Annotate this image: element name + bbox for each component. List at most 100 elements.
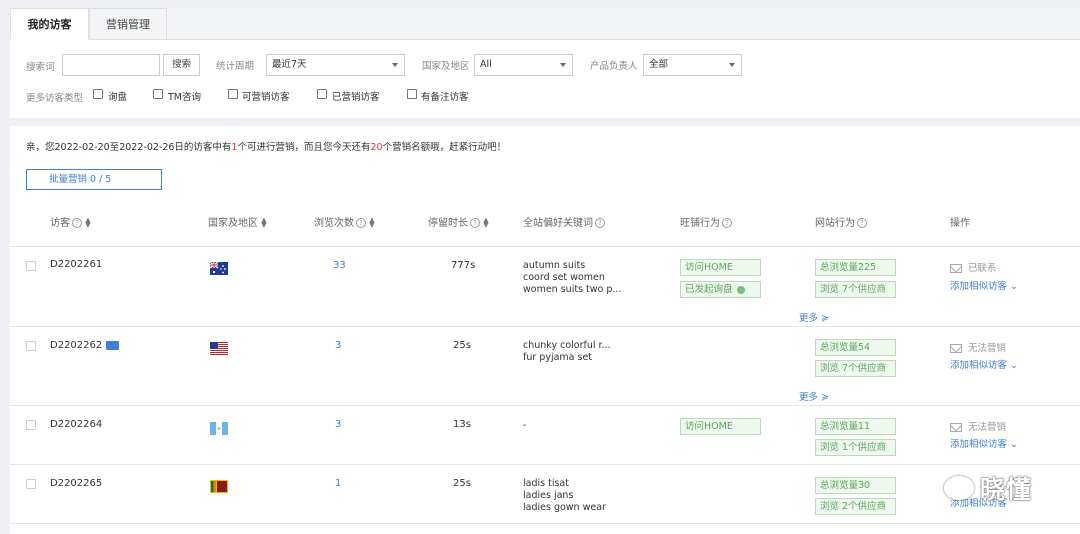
flag-usa-icon — [210, 342, 228, 355]
site-tag: 总浏览量225 — [815, 259, 896, 276]
help-icon[interactable]: ? — [356, 218, 366, 228]
region-label: 国家及地区 — [422, 61, 470, 72]
visitor-id[interactable]: D2202265 — [50, 478, 102, 489]
views-link[interactable]: 33 — [333, 260, 346, 271]
notice-text: 亲，您2022-02-20至2022-02-26日的访客中有1个可进行营销，而且… — [26, 142, 507, 153]
mail-icon — [950, 264, 962, 273]
col-duration[interactable]: 停留时长? ▲ ▼ — [428, 214, 489, 230]
visitor-panel — [10, 126, 1080, 534]
divider — [10, 464, 1080, 465]
help-icon[interactable]: ? — [595, 218, 605, 228]
checkbox-marketable-label: 可营销访客 — [242, 92, 290, 103]
visitor-id[interactable]: D2202264 — [50, 419, 102, 430]
add-similar-link[interactable]: 添加相似访客 ⌄ — [950, 278, 1018, 292]
owner-label: 产品负责人 — [590, 61, 638, 72]
add-similar-link[interactable]: 添加相似访客 ⌄ — [950, 436, 1018, 450]
views-link[interactable]: 3 — [335, 340, 341, 351]
help-icon[interactable]: ? — [72, 218, 82, 228]
batch-marketing-button[interactable]: 批量营销 0 / 5 — [26, 169, 162, 190]
help-icon[interactable]: ? — [857, 218, 867, 228]
checkbox-inquiry[interactable] — [93, 89, 103, 99]
keyword: ladies jans — [523, 490, 574, 501]
checkbox-tm[interactable] — [153, 89, 163, 99]
divider — [10, 523, 1080, 524]
duration: 25s — [453, 340, 471, 351]
mail-icon — [950, 423, 962, 432]
row-checkbox[interactable] — [26, 341, 36, 351]
views-link[interactable]: 1 — [335, 478, 341, 489]
keyword-list: chunky colorful r... fur pyjama set — [523, 340, 611, 364]
search-button[interactable]: 搜索 — [163, 54, 200, 76]
site-tag: 总浏览量30 — [815, 477, 896, 494]
site-tag: 浏览 1个供应商 — [815, 439, 896, 456]
chevron-down-icon — [729, 63, 735, 67]
period-select[interactable]: 最近7天 — [266, 54, 405, 76]
chevron-down-icon — [392, 63, 398, 67]
site-tag: 总浏览量54 — [815, 339, 896, 356]
keyword: ladis tisat — [523, 478, 569, 489]
help-icon[interactable]: ? — [470, 218, 480, 228]
status-text: 无法营销 — [950, 419, 1006, 433]
more-link[interactable]: 更多 ≽ — [799, 389, 829, 403]
divider — [10, 405, 1080, 406]
col-action: 操作 — [950, 218, 970, 229]
col-keywords: 全站偏好关键词? — [523, 214, 605, 229]
keyword-list: ladis tisat ladies jans ladies gown wear — [523, 478, 606, 514]
col-site: 网站行为? — [815, 214, 867, 229]
more-types-label: 更多访客类型 — [26, 93, 84, 104]
tab-marketing-management[interactable]: 营销管理 — [89, 8, 167, 40]
more-link[interactable]: 更多 ≽ — [799, 310, 829, 324]
col-views[interactable]: 浏览次数? ▲ ▼ — [314, 214, 375, 230]
owner-select[interactable]: 全部 — [643, 54, 742, 76]
mail-icon — [950, 344, 962, 353]
keyword: - — [523, 420, 527, 431]
sort-icon[interactable]: ▲ ▼ — [369, 217, 374, 229]
id-card-icon — [106, 340, 120, 350]
duration: 777s — [451, 260, 476, 271]
row-checkbox[interactable] — [26, 261, 36, 271]
keyword: fur pyjama set — [523, 352, 593, 363]
checkbox-marketable[interactable] — [228, 89, 238, 99]
checkbox-noted-label: 有备注访客 — [421, 92, 469, 103]
checkbox-noted[interactable] — [407, 89, 417, 99]
help-icon[interactable]: ? — [722, 218, 732, 228]
keyword: ladies gown wear — [523, 502, 606, 513]
wangpu-tag: 访问HOME — [680, 259, 761, 276]
tab-my-visitors[interactable]: 我的访客 — [10, 8, 89, 40]
search-label: 搜索词 — [26, 62, 55, 73]
col-wangpu: 旺铺行为? — [680, 214, 732, 229]
visitor-id[interactable]: D2202261 — [50, 259, 102, 270]
sort-icon[interactable]: ▲ ▼ — [261, 217, 266, 229]
tab-bar: 我的访客 营销管理 — [10, 8, 1080, 40]
views-link[interactable]: 3 — [335, 419, 341, 430]
sort-icon[interactable]: ▲ ▼ — [85, 217, 90, 229]
checkbox-marketed[interactable] — [317, 89, 327, 99]
search-input[interactable] — [62, 54, 160, 76]
status-text: 无法营销 — [950, 340, 1006, 354]
visitor-id[interactable]: D2202262 — [50, 340, 120, 351]
site-tag: 总浏览量11 — [815, 418, 896, 435]
row-checkbox[interactable] — [26, 420, 36, 430]
col-region[interactable]: 国家及地区 ▲ ▼ — [208, 214, 267, 230]
add-similar-link[interactable]: 添加相似访客 ⌄ — [950, 357, 1018, 371]
checkbox-tm-label: TM咨询 — [168, 92, 201, 103]
keyword: coord set women — [523, 272, 605, 283]
sort-icon[interactable]: ▲ ▼ — [483, 217, 488, 229]
wangpu-tag: 访问HOME — [680, 418, 761, 435]
status-dot-icon — [736, 285, 745, 294]
site-tag: 浏览 7个供应商 — [815, 360, 896, 377]
watermark: 晓懂 — [980, 475, 1033, 504]
flag-australia-icon — [210, 262, 228, 275]
duration: 25s — [453, 478, 471, 489]
flag-guatemala-icon — [210, 422, 228, 435]
checkbox-inquiry-label: 询盘 — [108, 92, 128, 103]
col-visitor[interactable]: 访客? ▲ ▼ — [50, 214, 91, 230]
flag-sri-lanka-icon — [210, 480, 228, 493]
wechat-logo-icon — [944, 476, 974, 500]
wangpu-tag: 已发起询盘 — [680, 281, 761, 298]
region-select[interactable]: All — [474, 54, 573, 76]
site-tag: 浏览 7个供应商 — [815, 281, 896, 298]
checkbox-marketed-label: 已营销访客 — [332, 92, 380, 103]
row-checkbox[interactable] — [26, 479, 36, 489]
site-tag: 浏览 2个供应商 — [815, 498, 896, 515]
